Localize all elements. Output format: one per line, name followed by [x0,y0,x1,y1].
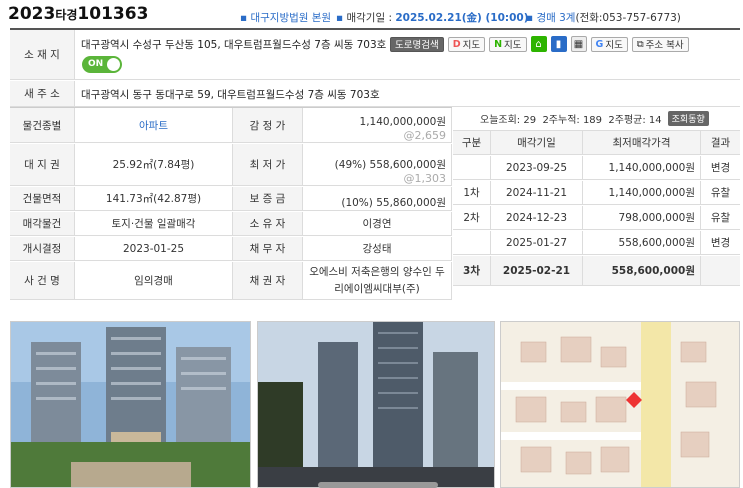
chart-icon[interactable]: ▮ [550,36,567,52]
col-price: 최저매각가격 [583,131,701,154]
history-row-current: 3차 2025-02-21 558,600,000원 [453,256,740,286]
info-label: 건물면적 [10,187,75,210]
case-header: 2023타경101363 ▪ 대구지방법원 본원 ▪ 매각기일 : 2025.0… [0,0,743,28]
location-label: 소 재 지 [10,30,75,79]
history-row: 2023-09-25 1,140,000,000원 변경 [453,156,740,180]
daum-icon: D [452,38,461,50]
info-row: 개시결정 2023-01-25 채 무 자 강성태 [10,237,452,261]
building-photo-1[interactable] [10,321,251,488]
address-buttons: 도로명검색 D 지도 N 지도 ⌂ ▮ ▦ G 지도 ⧉ 주소 복사 [390,36,689,52]
info-row: 건물면적 141.73㎡(42.87평) 보 증 금 (10%) 55,860,… [10,187,452,211]
info-label: 채 무 자 [233,237,303,260]
daum-map-button[interactable]: D 지도 [447,36,486,52]
location-row: 소 재 지 대구광역시 수성구 두산동 105, 대우트럼프월드수성 7층 씨동… [10,30,740,80]
view-trend-button[interactable]: 조회동향 [667,111,709,126]
view-stats: 오늘조회: 29 2주누적: 189 2주평균: 14 조회동향 [453,107,740,131]
calculator-icon[interactable]: ▦ [570,36,587,52]
info-label: 채 권 자 [233,262,303,299]
google-icon: G [595,38,604,50]
info-label: 최 저 가 [233,144,303,185]
scrollbar[interactable] [318,482,438,488]
history-row: 2025-01-27 558,600,000원 변경 [453,231,740,255]
history-header-row: 구분 매각기일 최저매각가격 결과 [453,131,740,155]
sale-date: ▪ 매각기일 : 2025.02.21(金) (10:00) [336,12,529,24]
location-map[interactable] [500,321,740,488]
appraisal-value: 1,140,000,000원 @2,659 [303,108,452,142]
deposit-value: (10%) 55,860,000원 [303,187,452,210]
info-row: 매각물건 토지·건물 일괄매각 소 유 자 이경연 [10,212,452,236]
info-label: 매각물건 [10,212,75,235]
debtor-value: 강성태 [303,237,452,260]
info-label: 감 정 가 [233,108,303,142]
court-link[interactable]: ▪ 대구지방법원 본원 [240,10,331,25]
department: ▪ 경매 3계(전화:053-757-6773) [526,12,681,24]
info-label: 소 유 자 [233,212,303,235]
info-value: 25.92㎡(7.84평) [75,144,233,185]
naver-icon: N [494,38,503,50]
road-address: 대구광역시 동구 동대구로 59, 대우트럼프월드수성 7층 씨동 703호 [81,89,380,101]
info-label: 개시결정 [10,237,75,260]
col-result: 결과 [701,131,740,154]
info-label: 대 지 권 [10,144,75,185]
copy-address-button[interactable]: ⧉ 주소 복사 [631,36,689,52]
col-round: 구분 [453,131,491,154]
property-info-table: 물건종별 아파트 감 정 가 1,140,000,000원 @2,659 대 지 … [10,107,452,300]
location-address: 대구광역시 수성구 두산동 105, 대우트럼프월드수성 7층 씨동 703호 [81,39,387,51]
info-value: 2023-01-25 [75,237,233,260]
info-row: 대 지 권 25.92㎡(7.84평) 최 저 가 (49%) 558,600,… [10,144,452,186]
info-label: 보 증 금 [233,187,303,210]
naver-land-icon[interactable]: ⌂ [530,36,547,52]
info-label: 사 건 명 [10,262,75,299]
min-price-value: (49%) 558,600,000원 @1,303 [303,144,452,185]
building-photo-2[interactable] [257,321,495,488]
info-label: 물건종별 [10,108,75,142]
road-search-button[interactable]: 도로명검색 [390,36,444,52]
road-address-label: 새 주 소 [10,81,75,106]
toggle-knob [107,58,120,71]
road-address-row: 새 주 소 대구광역시 동구 동대구로 59, 대우트럼프월드수성 7층 씨동 … [10,81,740,107]
photo-gallery [10,321,740,488]
info-row: 사 건 명 임의경매 채 권 자 오에스비 저축은행의 양수인 두리에이엠씨대부… [10,262,452,300]
creditor-value: 오에스비 저축은행의 양수인 두리에이엠씨대부(주) [303,262,452,299]
info-value: 토지·건물 일괄매각 [75,212,233,235]
info-row: 물건종별 아파트 감 정 가 1,140,000,000원 @2,659 [10,108,452,143]
history-row: 2차 2024-12-23 798,000,000원 유찰 [453,206,740,230]
copy-icon: ⧉ [636,38,644,50]
case-number: 2023타경101363 [8,4,149,24]
google-map-button[interactable]: G 지도 [590,36,628,52]
map-toggle[interactable]: ON [82,56,122,73]
history-row: 1차 2024-11-21 1,140,000,000원 유찰 [453,181,740,205]
property-type-link[interactable]: 아파트 [75,108,233,142]
address-table: 소 재 지 대구광역시 수성구 두산동 105, 대우트럼프월드수성 7층 씨동… [10,28,740,107]
col-date: 매각기일 [491,131,583,154]
info-value: 임의경매 [75,262,233,299]
naver-map-button[interactable]: N 지도 [489,36,527,52]
owner-value: 이경연 [303,212,452,235]
info-value: 141.73㎡(42.87평) [75,187,233,210]
